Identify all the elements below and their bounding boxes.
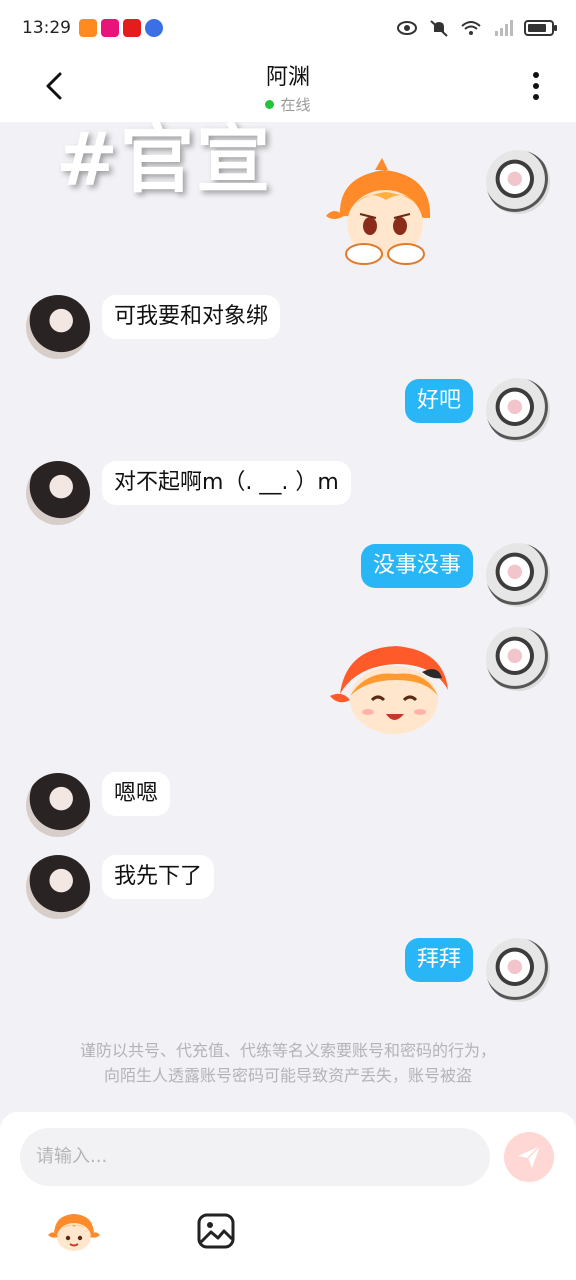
- status-bar: 13:29: [0, 0, 576, 56]
- image-icon[interactable]: [196, 1212, 236, 1250]
- contact-avatar[interactable]: [26, 855, 90, 919]
- incoming-message[interactable]: 我先下了: [102, 855, 215, 899]
- my-avatar[interactable]: [486, 938, 550, 1002]
- message-input[interactable]: [20, 1128, 490, 1186]
- wifi-icon: [461, 21, 481, 35]
- app-notification-icon: [101, 19, 119, 37]
- security-notice: 谨防以共号、代充值、代练等名义索要账号和密码的行为， 向陌生人透露账号密码可能导…: [0, 1038, 576, 1088]
- send-icon: [518, 1145, 541, 1168]
- battery-icon: [524, 20, 557, 36]
- contact-name: 阿渊: [265, 64, 310, 90]
- watermark-text: #官宣: [56, 122, 273, 203]
- app-notification-icon: [145, 19, 163, 37]
- security-notice-line: 谨防以共号、代充值、代练等名义索要账号和密码的行为，: [79, 1041, 496, 1060]
- chat-header: 阿渊 在线: [0, 56, 576, 122]
- outgoing-message[interactable]: 没事没事: [360, 544, 473, 588]
- my-avatar[interactable]: [486, 627, 550, 691]
- outgoing-message[interactable]: 好吧: [404, 379, 473, 423]
- back-arrow-icon: [46, 72, 62, 100]
- app-notification-icon: [123, 19, 141, 37]
- status-icons: [396, 19, 557, 37]
- my-avatar[interactable]: [486, 543, 550, 607]
- status-time: 13:29: [22, 18, 71, 38]
- contact-avatar[interactable]: [26, 461, 90, 525]
- outgoing-message[interactable]: 拜拜: [404, 938, 473, 982]
- presence-label: 在线: [280, 95, 311, 114]
- my-avatar[interactable]: [486, 378, 550, 442]
- composer: [0, 1112, 576, 1280]
- sad-cartoon-sticker[interactable]: [320, 156, 450, 276]
- contact-avatar[interactable]: [26, 773, 90, 837]
- eye-icon: [397, 21, 417, 35]
- online-dot-icon: [265, 99, 275, 109]
- signal-icon: [495, 20, 513, 36]
- happy-cartoon-sticker[interactable]: [326, 634, 456, 754]
- more-vertical-icon: [533, 72, 539, 100]
- incoming-message[interactable]: 可我要和对象绑: [102, 295, 281, 339]
- app-notification-icon: [79, 19, 97, 37]
- more-options-button[interactable]: [518, 66, 554, 106]
- sticker-icon[interactable]: [48, 1209, 100, 1253]
- back-button[interactable]: [36, 68, 72, 104]
- presence-status: 在线: [265, 94, 311, 115]
- contact-info: 阿渊 在线: [265, 64, 311, 115]
- send-button[interactable]: [504, 1132, 554, 1182]
- message-list[interactable]: #官宣 可我要和对象绑 好吧 对不起啊m（. __. ）m 没事没事 嗯嗯 我先…: [0, 122, 576, 1112]
- my-avatar[interactable]: [486, 150, 550, 214]
- incoming-message[interactable]: 嗯嗯: [102, 772, 171, 816]
- incoming-message[interactable]: 对不起啊m（. __. ）m: [102, 461, 351, 505]
- security-notice-line: 向陌生人透露账号密码可能导致资产丢失，账号被盗: [103, 1066, 472, 1085]
- mute-icon: [430, 20, 448, 37]
- contact-avatar[interactable]: [26, 295, 90, 359]
